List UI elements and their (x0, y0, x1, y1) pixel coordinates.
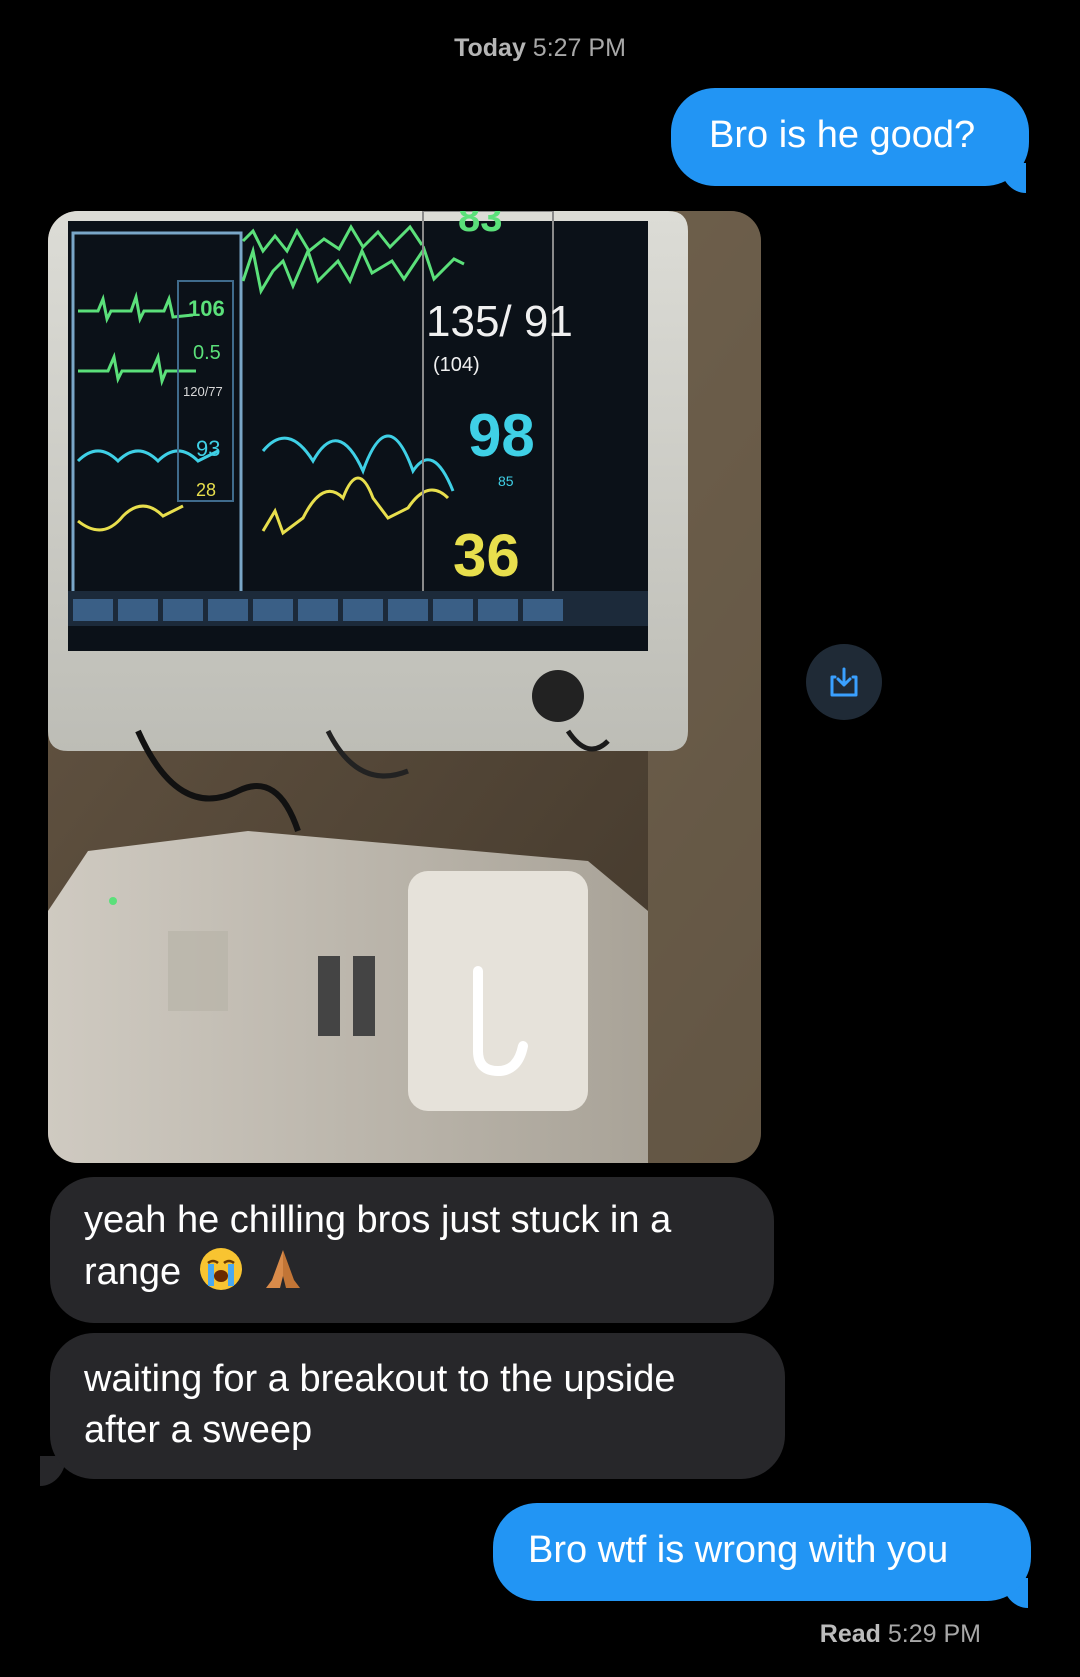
message-text-line: after a sweep (84, 1409, 313, 1451)
read-label: Read (819, 1620, 881, 1648)
message-text-line: waiting for a breakout to the upside (84, 1358, 676, 1400)
monitor-pr-value: 85 (498, 473, 514, 489)
message-text-line: yeah he chilling bros just stuck in a (84, 1199, 672, 1241)
timestamp-day: Today (454, 34, 526, 62)
small-spo2-value: 93 (196, 436, 220, 461)
sent-message-bubble[interactable]: Bro is he good? (671, 88, 1029, 186)
monitor-mean-value: (104) (433, 354, 480, 376)
save-photo-button[interactable] (806, 644, 882, 720)
timestamp-time: 5:27 PM (532, 34, 626, 62)
monitor-nibp-value: 135/ 91 (426, 297, 573, 346)
message-text-line-2: range (84, 1251, 182, 1293)
photo-attachment[interactable]: 106 0.5 120/77 93 28 83 135/ 91 (104) 98… (48, 211, 761, 1163)
small-st-value: 0.5 (193, 342, 221, 364)
monitor-resp-value: 36 (453, 522, 520, 589)
monitor-spo2-value: 98 (468, 402, 535, 469)
loudly-crying-face-icon (199, 1248, 242, 1290)
save-to-device-icon (830, 667, 858, 697)
folded-hands-icon (266, 1250, 301, 1288)
message-text: Bro wtf is wrong with you (528, 1529, 949, 1571)
small-nibp-value: 120/77 (183, 384, 223, 399)
small-hr-value: 106 (188, 296, 225, 321)
message-text-line: range (84, 1246, 744, 1298)
read-receipt: Read 5:29 PM (820, 1620, 981, 1649)
patient-monitor-photo: 106 0.5 120/77 93 28 83 135/ 91 (104) 98… (48, 211, 761, 1163)
read-time: 5:29 PM (887, 1620, 981, 1648)
small-resp-value: 28 (196, 480, 216, 500)
monitor-top-value: 83 (458, 211, 503, 240)
sent-message-bubble[interactable]: Bro wtf is wrong with you (493, 1503, 1031, 1601)
received-message-bubble[interactable]: yeah he chilling bros just stuck in a ra… (50, 1177, 774, 1323)
received-message-bubble[interactable]: waiting for a breakout to the upside aft… (50, 1333, 785, 1479)
thread-timestamp: Today 5:27 PM (0, 34, 1080, 63)
message-text: Bro is he good? (709, 114, 976, 156)
